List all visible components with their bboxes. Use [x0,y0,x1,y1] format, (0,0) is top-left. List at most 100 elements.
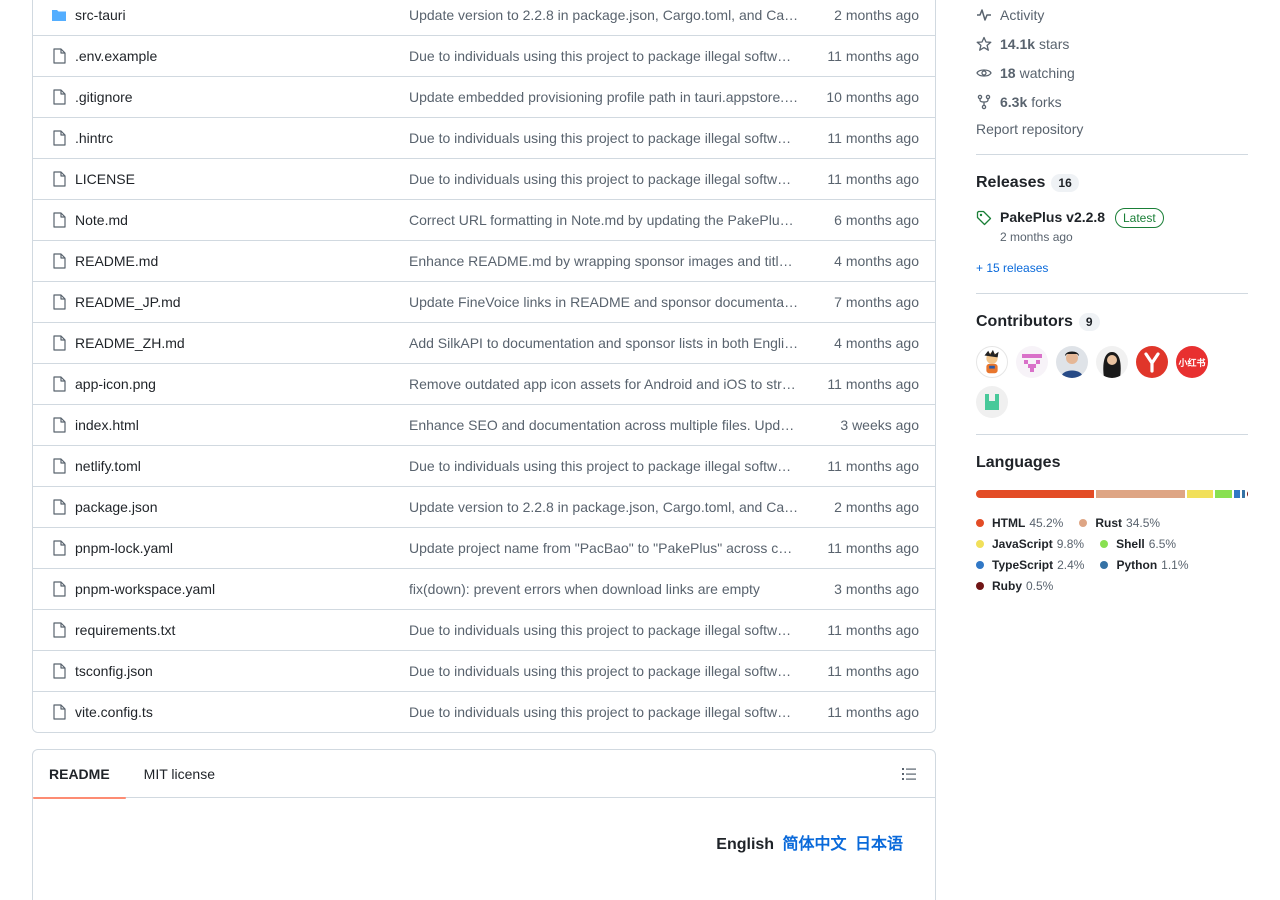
file-row[interactable]: README_ZH.md Add SilkAPI to documentation… [33,322,935,363]
file-row[interactable]: index.html Enhance SEO and documentation … [33,404,935,445]
releases-heading[interactable]: Releases 16 [976,174,1248,192]
forks-label: forks [1031,93,1062,110]
file-row[interactable]: pnpm-lock.yaml Update project name from "… [33,527,935,568]
language-dot-icon [976,539,984,548]
fork-icon [977,94,991,109]
language-item[interactable]: Shell 6.5% [1100,533,1176,554]
file-row[interactable]: app-icon.png Remove outdated app icon ass… [33,363,935,404]
language-percent: 2.4% [1057,557,1085,572]
language-item[interactable]: Ruby 0.5% [976,575,1053,596]
commit-message-link[interactable]: Due to individuals using this project to… [409,458,801,474]
activity-link[interactable]: Activity [976,0,1248,29]
file-name-link[interactable]: package.json [75,499,391,515]
file-row[interactable]: netlify.toml Due to individuals using thi… [33,445,935,486]
file-name-link[interactable]: app-icon.png [75,376,391,392]
commit-message-link[interactable]: Due to individuals using this project to… [409,48,801,64]
avatar[interactable]: 小红书 [1176,346,1208,378]
lang-link-jp[interactable]: 日本语 [855,836,903,853]
file-row[interactable]: .hintrc Due to individuals using this pro… [33,117,935,158]
avatar[interactable] [976,346,1008,378]
avatar[interactable] [1016,346,1048,378]
outline-icon[interactable] [899,764,919,784]
file-name-link[interactable]: netlify.toml [75,458,391,474]
commit-message-link[interactable]: Due to individuals using this project to… [409,130,801,146]
file-name-link[interactable]: pnpm-workspace.yaml [75,581,391,597]
file-name-link[interactable]: .hintrc [75,130,391,146]
file-row[interactable]: vite.config.ts Due to individuals using t… [33,691,935,732]
commit-message-link[interactable]: Update version to 2.2.8 in package.json,… [409,7,801,23]
commit-message-link[interactable]: Correct URL formatting in Note.md by upd… [409,212,801,228]
commit-time: 11 months ago [827,48,919,64]
commit-message-link[interactable]: Due to individuals using this project to… [409,171,801,187]
language-item[interactable]: JavaScript 9.8% [976,533,1084,554]
commit-message-link[interactable]: Update embedded provisioning profile pat… [409,89,801,105]
file-icon [49,499,69,515]
file-row[interactable]: requirements.txt Due to individuals using… [33,609,935,650]
more-releases-link[interactable]: + 15 releases [976,261,1248,275]
contributors-heading[interactable]: Contributors 9 [976,313,1248,331]
file-row[interactable]: README_JP.md Update FineVoice links in RE… [33,281,935,322]
avatar[interactable] [976,386,1008,418]
file-name-link[interactable]: .env.example [75,48,391,64]
release-name[interactable]: PakePlus v2.2.8 [1000,209,1105,225]
file-icon [49,171,69,187]
file-name-link[interactable]: src-tauri [75,7,391,23]
language-item[interactable]: Rust 34.5% [1079,512,1160,533]
file-name-link[interactable]: index.html [75,417,391,433]
file-icon [49,130,69,146]
contributors-count: 9 [1078,313,1100,331]
file-row[interactable]: package.json Update version to 2.2.8 in p… [33,486,935,527]
language-bar-segment [1187,490,1213,498]
avatar[interactable] [1056,346,1088,378]
commit-message-link[interactable]: Update FineVoice links in README and spo… [409,294,801,310]
commit-message-link[interactable]: Enhance SEO and documentation across mul… [409,417,801,433]
file-name-link[interactable]: README.md [75,253,391,269]
lang-link-zh[interactable]: 简体中文 [783,836,847,853]
file-row[interactable]: src-tauri Update version to 2.2.8 in pack… [33,0,935,35]
language-item[interactable]: Python 1.1% [1100,554,1189,575]
watching-link[interactable]: 18 watching [976,58,1248,87]
file-name-link[interactable]: pnpm-lock.yaml [75,540,391,556]
file-name-link[interactable]: Note.md [75,212,391,228]
file-row[interactable]: pnpm-workspace.yaml fix(down): prevent er… [33,568,935,609]
report-repository-link[interactable]: Report repository [976,121,1248,137]
file-name-link[interactable]: LICENSE [75,171,391,187]
file-icon [49,335,69,351]
latest-release[interactable]: PakePlus v2.2.8 Latest 2 months ago [976,208,1248,244]
file-row[interactable]: README.md Enhance README.md by wrapping s… [33,240,935,281]
pulse-icon [977,8,991,21]
commit-message-link[interactable]: Add SilkAPI to documentation and sponsor… [409,335,801,351]
commit-message-link[interactable]: Enhance README.md by wrapping sponsor im… [409,253,801,269]
stars-label: stars [1039,35,1070,52]
tab-license[interactable]: MIT license [128,750,231,798]
forks-link[interactable]: 6.3k forks [976,87,1248,116]
file-name-link[interactable]: README_JP.md [75,294,391,310]
file-icon [49,417,69,433]
file-name-link[interactable]: README_ZH.md [75,335,391,351]
file-name-link[interactable]: .gitignore [75,89,391,105]
file-row[interactable]: .env.example Due to individuals using thi… [33,35,935,76]
file-row[interactable]: .gitignore Update embedded provisioning p… [33,76,935,117]
file-name-link[interactable]: requirements.txt [75,622,391,638]
tab-readme[interactable]: README [33,750,126,799]
file-row[interactable]: LICENSE Due to individuals using this pro… [33,158,935,199]
language-name: Shell [1116,536,1145,551]
commit-message-link[interactable]: fix(down): prevent errors when download … [409,581,801,597]
commit-message-link[interactable]: Due to individuals using this project to… [409,704,801,720]
avatar[interactable] [1096,346,1128,378]
commit-message-link[interactable]: Update project name from "PacBao" to "Pa… [409,540,801,556]
stars-link[interactable]: 14.1k stars [976,29,1248,58]
file-name-link[interactable]: tsconfig.json [75,663,391,679]
language-item[interactable]: TypeScript 2.4% [976,554,1084,575]
file-row[interactable]: Note.md Correct URL formatting in Note.md… [33,199,935,240]
commit-message-link[interactable]: Remove outdated app icon assets for Andr… [409,376,801,392]
languages-heading: Languages [976,454,1248,472]
file-row[interactable]: tsconfig.json Due to individuals using th… [33,650,935,691]
commit-message-link[interactable]: Due to individuals using this project to… [409,622,801,638]
file-name-link[interactable]: vite.config.ts [75,704,391,720]
commit-message-link[interactable]: Update version to 2.2.8 in package.json,… [409,499,801,515]
avatar[interactable] [1136,346,1168,378]
commit-message-link[interactable]: Due to individuals using this project to… [409,663,801,679]
language-name: Rust [1095,515,1123,530]
language-item[interactable]: HTML 45.2% [976,512,1063,533]
